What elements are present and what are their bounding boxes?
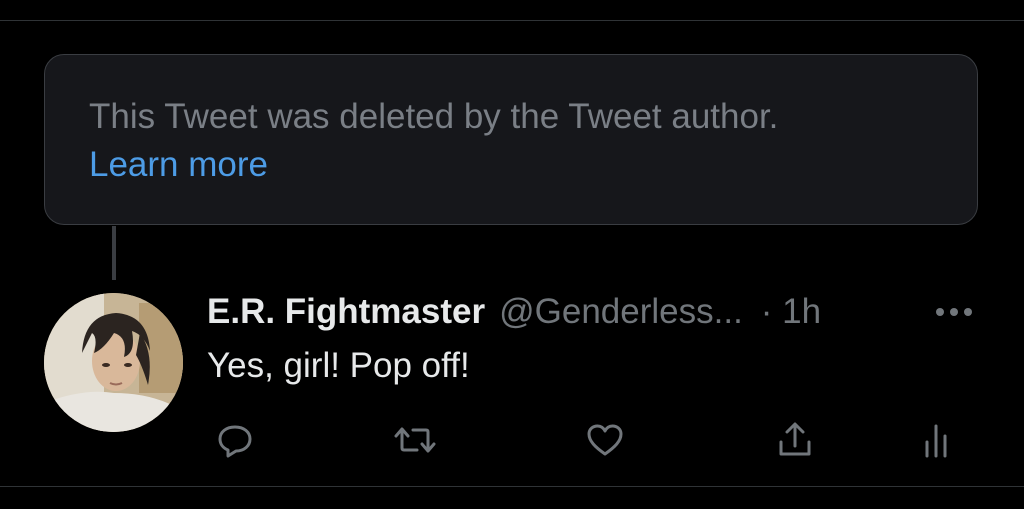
analytics-button[interactable] (914, 418, 958, 462)
bottom-divider (0, 486, 1024, 487)
learn-more-link[interactable]: Learn more (89, 141, 268, 189)
avatar-photo (44, 293, 183, 432)
thread-connector-line (112, 226, 116, 280)
share-icon (779, 422, 811, 456)
deleted-tweet-message: This Tweet was deleted by the Tweet auth… (89, 97, 779, 136)
like-icon (587, 424, 623, 456)
reply-icon (218, 425, 252, 458)
avatar[interactable] (44, 293, 183, 432)
tweet-text: Yes, girl! Pop off! (207, 346, 470, 385)
tweet-timestamp[interactable]: · 1h (761, 292, 821, 332)
author-name[interactable]: E.R. Fightmaster (207, 292, 485, 332)
analytics-icon (925, 424, 947, 458)
top-divider (0, 20, 1024, 21)
retweet-button[interactable] (393, 418, 437, 462)
tweet-header: E.R. Fightmaster @Genderless... · 1h (207, 288, 821, 336)
deleted-tweet-card: This Tweet was deleted by the Tweet auth… (44, 54, 978, 225)
retweet-icon (394, 427, 436, 453)
author-handle[interactable]: @Genderless... (499, 292, 743, 332)
more-options-button[interactable] (932, 296, 976, 328)
reply-button[interactable] (213, 418, 257, 462)
tweet-thread-view: This Tweet was deleted by the Tweet auth… (0, 0, 1024, 509)
like-button[interactable] (583, 418, 627, 462)
share-button[interactable] (773, 418, 817, 462)
more-dots-icon (936, 308, 972, 316)
